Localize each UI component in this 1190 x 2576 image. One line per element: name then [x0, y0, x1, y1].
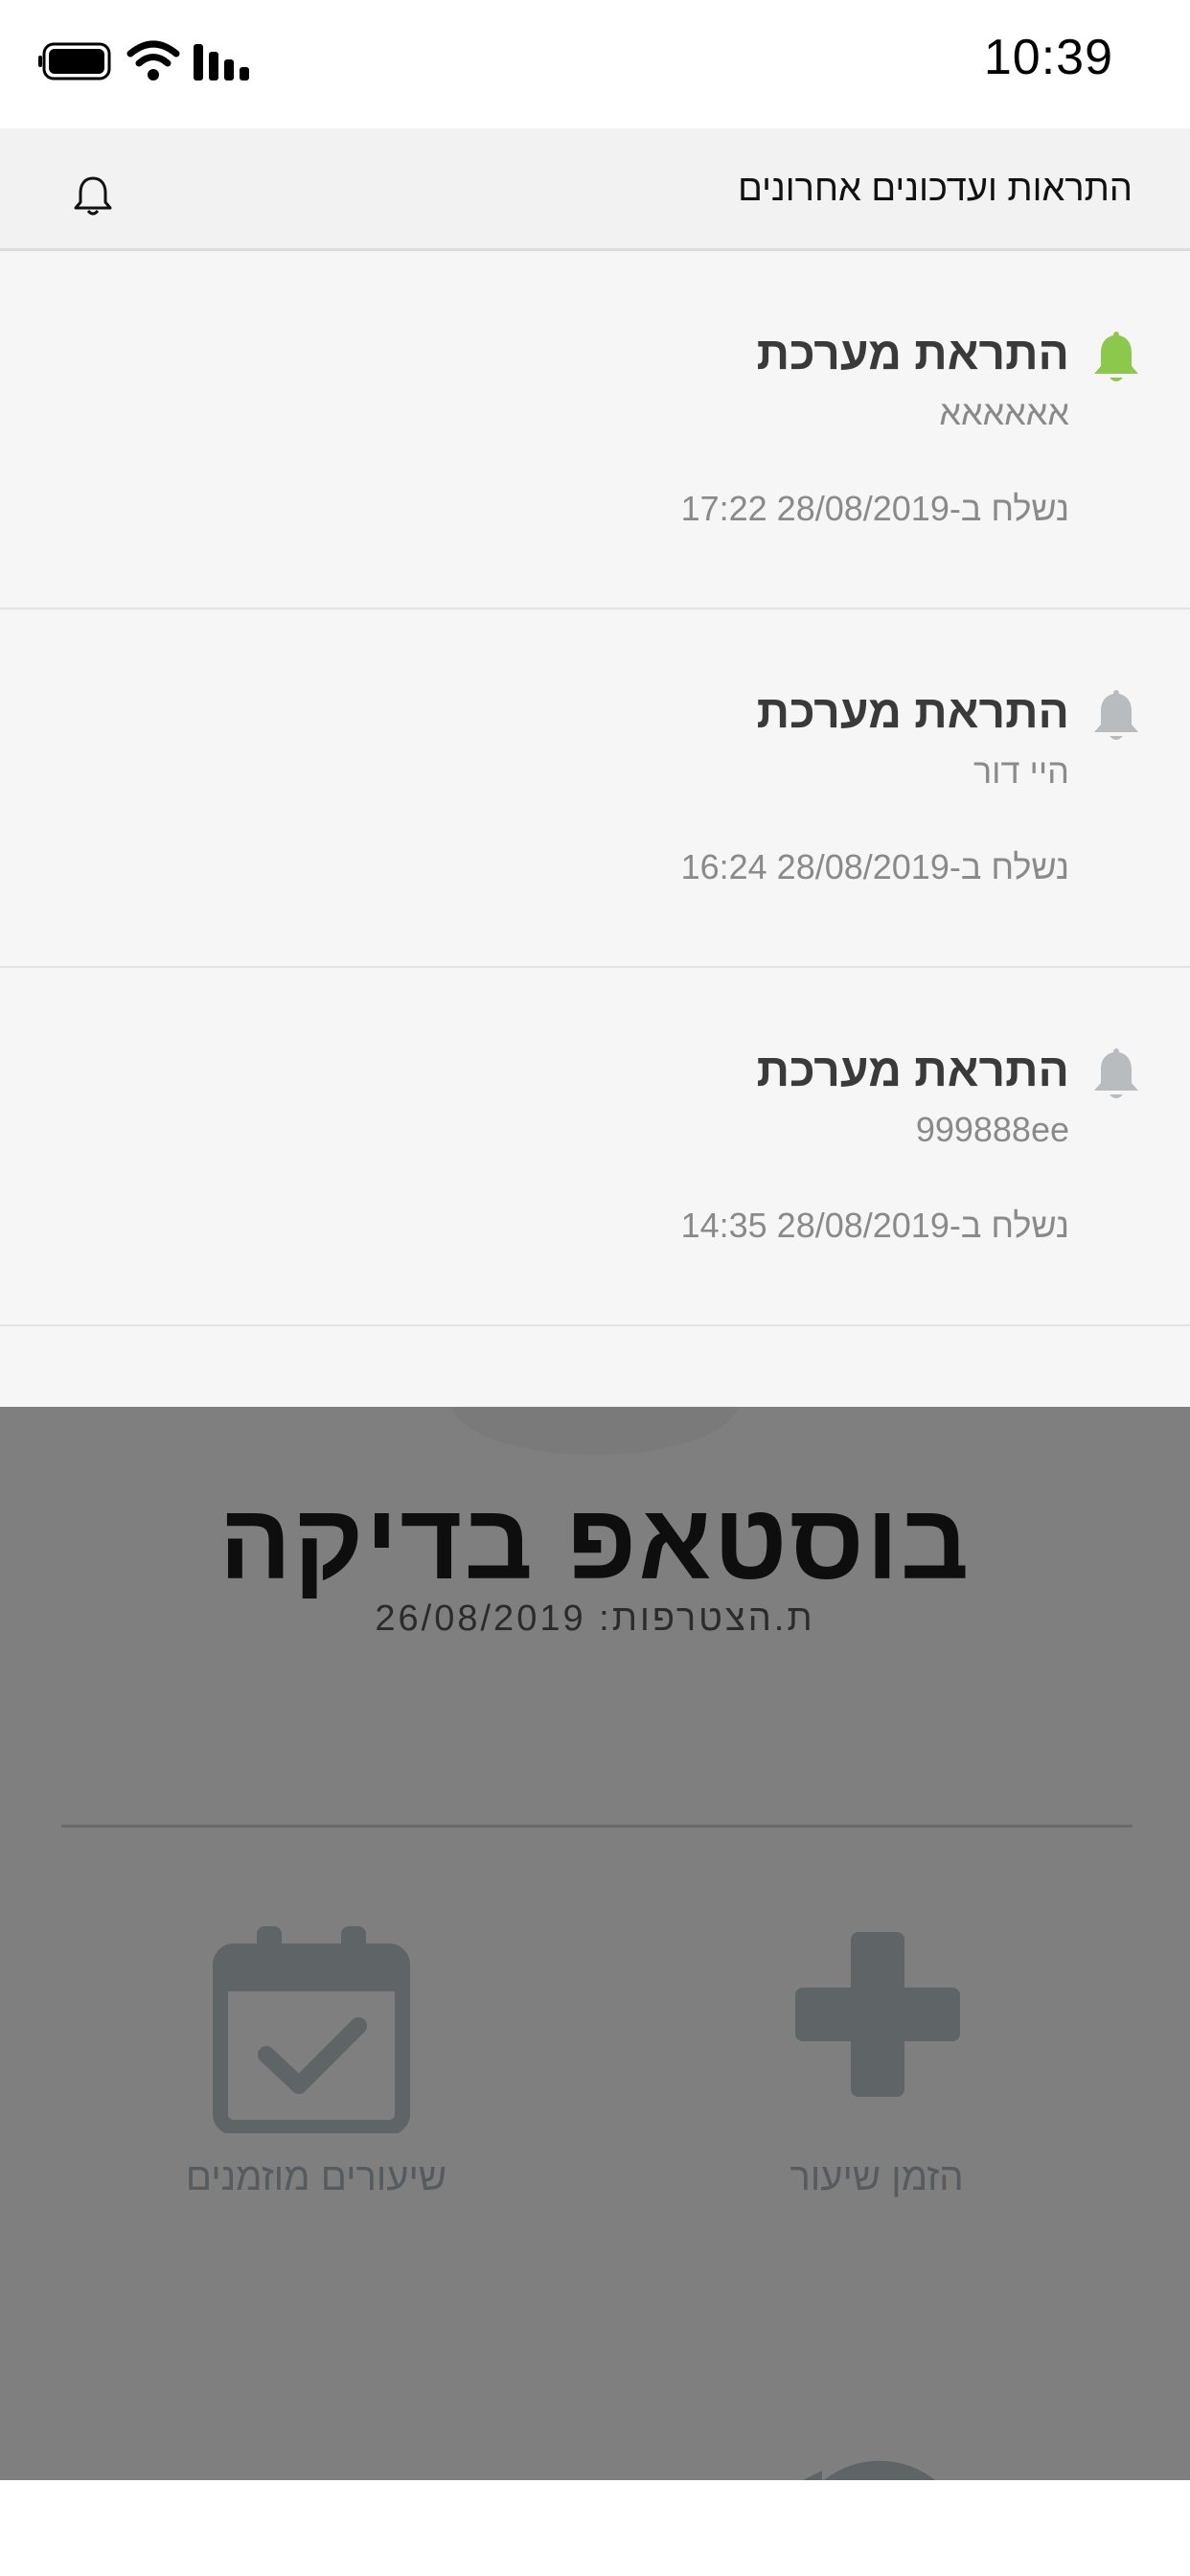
- cellular-signal-icon: [194, 44, 249, 80]
- book-lesson-button[interactable]: הזמן שיעור: [747, 1932, 1006, 2239]
- battery-icon: [38, 42, 111, 80]
- divider: [61, 1825, 1133, 1828]
- avatar-edge: [451, 1407, 739, 1455]
- notification-sent-time: נשלח ב-28/08/2019 17:22: [680, 489, 1069, 528]
- notifications-title: התראות ועדכונים אחרונים: [738, 169, 1133, 209]
- notification-item[interactable]: התראת מערכת 999888ee נשלח ב-28/08/2019 1…: [0, 968, 1190, 1326]
- bell-icon: [1094, 1048, 1138, 1098]
- refresh-icon: [803, 2460, 935, 2480]
- status-icons: [38, 40, 251, 82]
- plus-icon: [795, 1932, 960, 2097]
- notification-body: 999888ee: [915, 1110, 1069, 1149]
- booked-lessons-label: שיעורים מוזמנים: [185, 2156, 447, 2198]
- bell-icon: [1094, 332, 1138, 381]
- notification-item[interactable]: התראת מערכת אאאאאא נשלח ב-28/08/2019 17:…: [0, 251, 1190, 610]
- bell-icon[interactable]: [73, 174, 113, 217]
- notification-sent-time: נשלח ב-28/08/2019 14:35: [680, 1206, 1069, 1245]
- notifications-header: התראות ועדכונים אחרונים: [0, 128, 1190, 251]
- notification-title: התראת מערכת: [756, 687, 1069, 738]
- calendar-check-icon: [213, 1926, 410, 2133]
- bottom-bar: [0, 2480, 1190, 2576]
- notification-title: התראת מערכת: [756, 1046, 1069, 1096]
- notification-title: התראת מערכת: [756, 329, 1069, 380]
- notification-body: היי דור: [973, 751, 1069, 791]
- status-time: 10:39: [983, 30, 1113, 85]
- notifications-list: התראת מערכת אאאאאא נשלח ב-28/08/2019 17:…: [0, 251, 1190, 1407]
- booked-lessons-button[interactable]: שיעורים מוזמנים: [163, 1922, 469, 2229]
- book-lesson-label: הזמן שיעור: [790, 2156, 964, 2198]
- status-bar: 10:39: [0, 0, 1190, 128]
- dimmed-profile-page[interactable]: בוסטאפ בדיקה ת.הצטרפות: 26/08/2019 הזמן …: [0, 1407, 1190, 2480]
- notification-body: אאאאאא: [939, 393, 1069, 432]
- user-name: בוסטאפ בדיקה: [218, 1482, 972, 1601]
- join-date: ת.הצטרפות: 26/08/2019: [375, 1598, 815, 1639]
- notification-item[interactable]: התראת מערכת היי דור נשלח ב-28/08/2019 16…: [0, 610, 1190, 968]
- notification-sent-time: נשלח ב-28/08/2019 16:24: [680, 847, 1069, 886]
- wifi-icon: [126, 40, 180, 80]
- bell-icon: [1094, 690, 1138, 740]
